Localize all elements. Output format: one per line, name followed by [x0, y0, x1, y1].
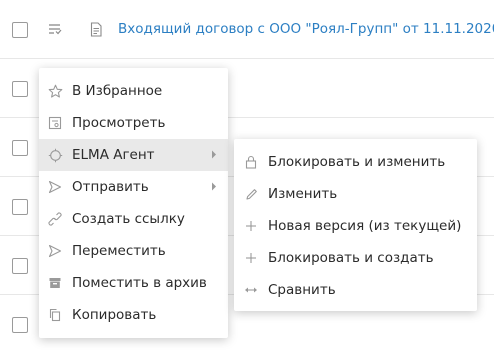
- menu-item-label: Просмотреть: [72, 115, 166, 131]
- menu-item-label: В Избранное: [72, 83, 163, 99]
- submenu-item-lock-and-edit[interactable]: Блокировать и изменить: [234, 146, 477, 178]
- link-icon: [47, 211, 63, 227]
- menu-item-label: Переместить: [72, 243, 166, 259]
- elma-agent-submenu: Блокировать и изменить Изменить Новая ве…: [234, 139, 477, 311]
- plus-icon: [243, 250, 259, 266]
- menu-item-move[interactable]: Переместить: [39, 235, 228, 267]
- lock-icon: [243, 154, 259, 170]
- menu-item-archive[interactable]: Поместить в архив: [39, 267, 228, 299]
- submenu-item-label: Блокировать и изменить: [268, 154, 446, 170]
- submenu-item-label: Новая версия (из текущей): [268, 218, 462, 234]
- submenu-item-label: Изменить: [268, 186, 338, 202]
- plus-icon: [243, 218, 259, 234]
- context-menu: В Избранное Просмотреть ELMA Агент Отпра…: [39, 68, 228, 338]
- row-checkbox[interactable]: [12, 317, 28, 333]
- archive-icon: [47, 275, 63, 291]
- agent-icon: [47, 147, 63, 163]
- submenu-item-new-version[interactable]: Новая версия (из текущей): [234, 210, 477, 242]
- menu-item-elma-agent[interactable]: ELMA Агент: [39, 139, 228, 171]
- menu-item-favorites[interactable]: В Избранное: [39, 75, 228, 107]
- submenu-item-compare[interactable]: Сравнить: [234, 274, 477, 306]
- menu-item-label: Поместить в архив: [72, 275, 207, 291]
- move-icon: [47, 243, 63, 259]
- menu-item-send[interactable]: Отправить: [39, 171, 228, 203]
- row-checkbox[interactable]: [12, 22, 28, 38]
- submenu-item-label: Сравнить: [268, 282, 336, 298]
- chevron-right-icon: [211, 182, 217, 191]
- document-icon: [90, 22, 102, 37]
- submenu-item-lock-and-create[interactable]: Блокировать и создать: [234, 242, 477, 274]
- row-menu-icon[interactable]: [48, 23, 62, 35]
- menu-item-view[interactable]: Просмотреть: [39, 107, 228, 139]
- row-checkbox[interactable]: [12, 140, 28, 156]
- menu-item-label: Создать ссылку: [72, 211, 185, 227]
- menu-item-copy[interactable]: Копировать: [39, 299, 228, 331]
- menu-item-label: Отправить: [72, 179, 149, 195]
- submenu-item-edit[interactable]: Изменить: [234, 178, 477, 210]
- menu-item-label: ELMA Агент: [72, 147, 155, 163]
- star-icon: [47, 83, 63, 99]
- compare-icon: [243, 282, 259, 298]
- row-checkbox[interactable]: [12, 199, 28, 215]
- chevron-right-icon: [211, 150, 217, 159]
- view-icon: [47, 115, 63, 131]
- copy-icon: [47, 307, 63, 323]
- menu-item-label: Копировать: [72, 307, 157, 323]
- row-checkbox[interactable]: [12, 258, 28, 274]
- send-icon: [47, 179, 63, 195]
- menu-item-create-link[interactable]: Создать ссылку: [39, 203, 228, 235]
- row-checkbox[interactable]: [12, 81, 28, 97]
- table-row: Входящий договор с ООО "Роял-Групп" от 1…: [0, 0, 494, 59]
- document-title-link[interactable]: Входящий договор с ООО "Роял-Групп" от 1…: [118, 21, 494, 37]
- pencil-icon: [243, 186, 259, 202]
- submenu-item-label: Блокировать и создать: [268, 250, 434, 266]
